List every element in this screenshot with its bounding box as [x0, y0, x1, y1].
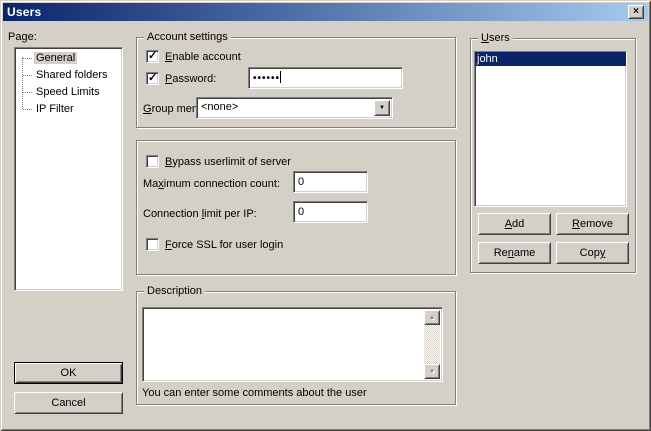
vertical-scrollbar[interactable]: ▲ ▼ — [424, 310, 440, 379]
tree-item-speed-limits[interactable]: Speed Limits — [15, 84, 122, 101]
list-item-john[interactable]: john — [475, 52, 626, 66]
force-ssl-row: Force SSL for user login — [146, 238, 283, 251]
enable-account-row: Enable account — [146, 50, 241, 63]
tree-item-general[interactable]: General — [15, 50, 122, 67]
chevron-down-icon: ▼ — [379, 105, 385, 111]
arrow-up-icon: ▲ — [429, 315, 435, 321]
enable-account-label: Enable account — [165, 51, 241, 63]
password-label: Password: — [165, 73, 216, 85]
dropdown-button[interactable]: ▼ — [374, 100, 390, 116]
text-caret — [280, 71, 281, 83]
cancel-button[interactable]: Cancel — [14, 392, 123, 414]
users-group-title: Users — [478, 32, 513, 45]
scroll-up-button[interactable]: ▲ — [424, 310, 440, 325]
page-label: Page: — [8, 30, 37, 44]
group-membership-value: <none> — [201, 101, 238, 113]
add-button[interactable]: Add — [478, 213, 551, 235]
password-row: Password: — [146, 72, 216, 85]
ip-limit-input[interactable]: 0 — [293, 201, 368, 223]
ok-button[interactable]: OK — [14, 362, 123, 384]
titlebar[interactable]: Users × — [3, 3, 648, 21]
bypass-userlimit-checkbox[interactable] — [146, 155, 159, 168]
remove-button[interactable]: Remove — [556, 213, 629, 235]
password-value: •••••• — [253, 73, 280, 84]
max-connection-input[interactable]: 0 — [293, 171, 368, 193]
group-membership-select[interactable]: <none> ▼ — [196, 97, 393, 119]
tree-item-shared-folders[interactable]: Shared folders — [15, 67, 122, 84]
window-title: Users — [7, 5, 41, 19]
password-input[interactable]: •••••• — [248, 67, 403, 89]
description-textarea[interactable]: ▲ ▼ — [142, 307, 443, 382]
users-list[interactable]: john — [474, 51, 627, 207]
account-settings-title: Account settings — [144, 31, 231, 44]
description-title: Description — [144, 285, 205, 298]
arrow-down-icon: ▼ — [429, 369, 435, 375]
password-checkbox[interactable] — [146, 72, 159, 85]
force-ssl-checkbox[interactable] — [146, 238, 159, 251]
description-hint: You can enter some comments about the us… — [142, 386, 367, 400]
close-button[interactable]: × — [628, 5, 644, 19]
bypass-userlimit-label: Bypass userlimit of server — [165, 156, 291, 168]
scroll-down-button[interactable]: ▼ — [424, 364, 440, 379]
tree-item-ip-filter[interactable]: IP Filter — [15, 101, 122, 118]
users-dialog: Users × Page: General Shared folders Spe… — [0, 0, 651, 431]
rename-button[interactable]: Rename — [478, 242, 551, 264]
force-ssl-label: Force SSL for user login — [165, 239, 283, 251]
max-connection-label: Maximum connection count: — [143, 177, 280, 191]
enable-account-checkbox[interactable] — [146, 50, 159, 63]
page-tree[interactable]: General Shared folders Speed Limits IP F… — [14, 47, 123, 291]
bypass-userlimit-row: Bypass userlimit of server — [146, 155, 291, 168]
copy-button[interactable]: Copy — [556, 242, 629, 264]
ip-limit-label: Connection limit per IP: — [143, 207, 257, 221]
close-icon: × — [633, 7, 639, 17]
